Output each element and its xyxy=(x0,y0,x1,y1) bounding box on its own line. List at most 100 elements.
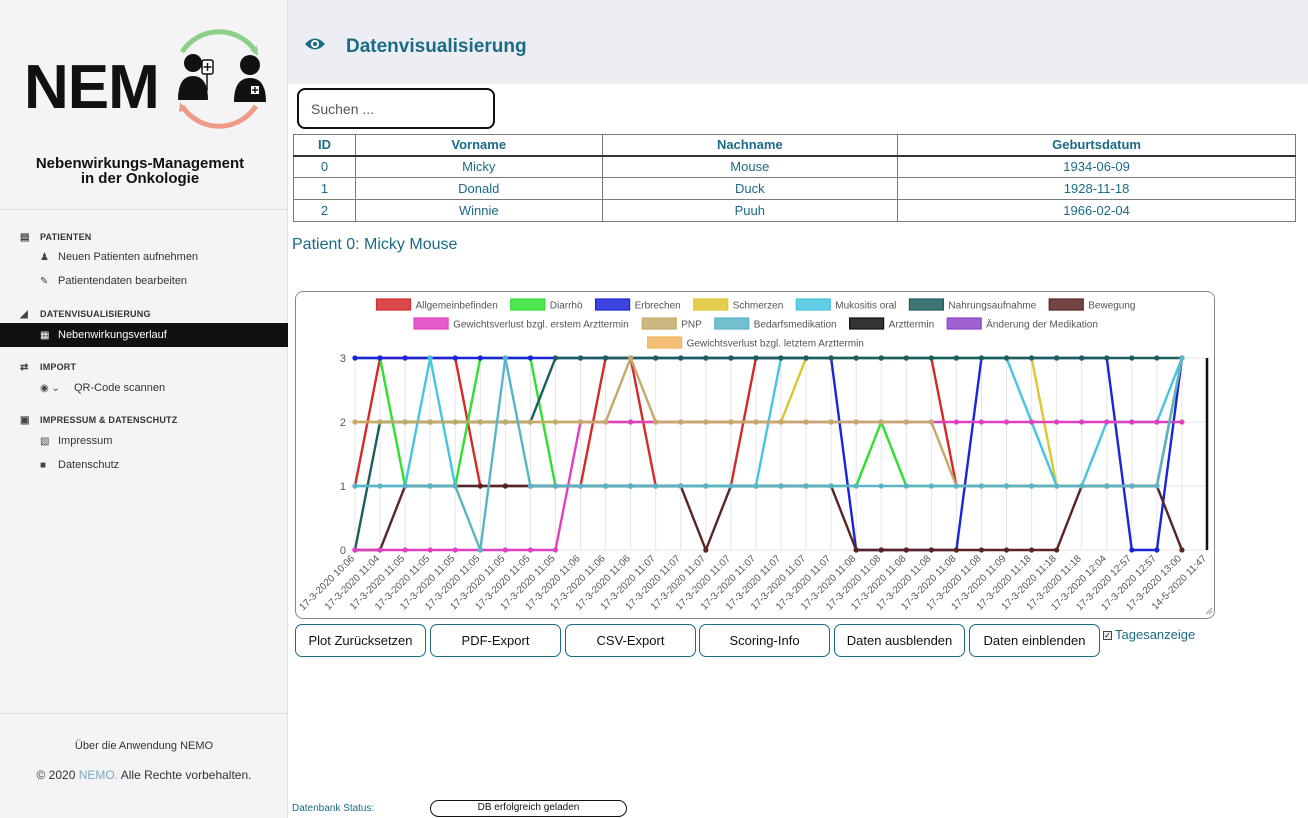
data-point xyxy=(878,419,884,425)
column-header-vorname[interactable]: Vorname xyxy=(354,134,603,156)
data-point xyxy=(728,483,734,489)
data-point xyxy=(1154,355,1160,361)
data-point xyxy=(1003,483,1010,489)
legend-swatch xyxy=(375,298,412,311)
scoring-info-button[interactable]: Scoring-Info xyxy=(699,624,830,657)
data-point xyxy=(753,419,759,425)
data-point xyxy=(1028,355,1035,361)
section-patienten: ▤ PATIENTEN xyxy=(20,232,91,243)
sidebar-item-label: Datenschutz xyxy=(58,459,120,471)
app-subtitle-line1: Nebenwirkungs-Management xyxy=(35,155,245,172)
data-point xyxy=(1129,483,1135,489)
section-impressum-label: IMPRESSUM & DATENSCHUTZ xyxy=(40,415,178,425)
data-point xyxy=(502,355,508,361)
side-effects-chart[interactable]: 0 1 2 3 17-3-2020 10:06 17-3-2020 11:04 17-3-2… xyxy=(295,291,1215,619)
patients-table: ID Vorname Nachname Geburtsdatum 0 Micky… xyxy=(293,134,1296,222)
pencil-icon: ✎ xyxy=(40,276,49,287)
sidebar-item-label: Patientendaten bearbeiten xyxy=(58,275,188,287)
data-point xyxy=(1154,483,1160,489)
data-point xyxy=(452,419,458,425)
hide-data-button[interactable]: Daten ausblenden xyxy=(834,624,965,657)
day-view-toggle[interactable]: ✓ Tagesanzeige xyxy=(1103,627,1195,642)
sidebar-item-new-patient[interactable]: ♟ Neuen Patienten aufnehmen xyxy=(40,248,198,266)
nemo-logo[interactable]: NEM xyxy=(20,18,270,148)
app-subtitle-line2: in der Onkologie xyxy=(80,170,200,187)
data-point xyxy=(853,547,859,553)
sidebar-item-datenschutz[interactable]: ■ Datenschutz xyxy=(40,456,119,474)
page-header: Datenvisualisierung xyxy=(288,0,1308,84)
search-input[interactable] xyxy=(297,88,495,129)
data-point xyxy=(1003,355,1010,361)
column-header-nachname[interactable]: Nachname xyxy=(601,134,899,156)
data-point xyxy=(452,483,458,489)
data-point xyxy=(402,547,408,553)
checkbox-checked-icon[interactable]: ✓ xyxy=(1103,631,1112,640)
data-point xyxy=(953,483,960,489)
legend-label: Gewichtsverlust bzgl. erstem Arzttermin xyxy=(453,320,629,331)
data-point xyxy=(928,355,934,361)
data-point xyxy=(1054,419,1060,425)
data-point xyxy=(928,547,934,553)
sidebar-item-label: Neuen Patienten aufnehmen xyxy=(58,251,199,263)
sidebar-item-nebenwirkungsverlauf[interactable]: ▦ Nebenwirkungsverlauf xyxy=(0,323,288,347)
legend-swatch xyxy=(646,336,683,349)
data-point xyxy=(653,483,659,489)
data-point xyxy=(1179,547,1185,553)
table-cell: 1928-11-18 xyxy=(897,177,1296,200)
table-row[interactable]: 1 Donald Duck 1928-11-18 xyxy=(293,177,1296,200)
column-header-geburtsdatum[interactable]: Geburtsdatum xyxy=(897,134,1296,156)
reset-plot-button[interactable]: Plot Zurücksetzen xyxy=(295,624,426,657)
data-point xyxy=(502,419,508,425)
data-point xyxy=(703,547,709,553)
table-row[interactable]: 2 Winnie Puuh 1966-02-04 xyxy=(293,199,1296,222)
data-point xyxy=(878,483,884,489)
data-point xyxy=(377,483,383,489)
show-data-button[interactable]: Daten einblenden xyxy=(969,624,1100,657)
data-point xyxy=(1054,483,1060,489)
data-point xyxy=(828,483,834,489)
data-point xyxy=(1179,355,1185,361)
data-point xyxy=(427,483,433,489)
data-point xyxy=(477,547,483,553)
about-link[interactable]: Über die Anwendung NEMO xyxy=(0,740,288,752)
sidebar-item-edit-patient[interactable]: ✎ Patientendaten bearbeiten xyxy=(40,272,187,290)
data-point xyxy=(1104,483,1110,489)
table-cell: 1 xyxy=(293,177,356,200)
data-point xyxy=(427,547,433,553)
sidebar-item-qr-scan[interactable]: ◉ ⌄ QR-Code scannen xyxy=(40,379,165,397)
data-point xyxy=(402,483,408,489)
csv-export-button[interactable]: CSV-Export xyxy=(565,624,696,657)
data-point xyxy=(352,547,358,553)
sidebar-divider xyxy=(0,713,288,714)
data-point xyxy=(577,483,584,489)
y-tick-label: 1 xyxy=(340,481,346,493)
data-point xyxy=(477,483,483,489)
data-point xyxy=(452,547,458,553)
data-point xyxy=(778,419,784,425)
data-point xyxy=(1028,547,1035,553)
data-point xyxy=(352,355,358,361)
page-title: Datenvisualisierung xyxy=(346,36,527,57)
data-point xyxy=(1079,419,1085,425)
data-point xyxy=(577,355,584,361)
sidebar-item-impressum[interactable]: ▧ Impressum xyxy=(40,432,112,450)
legend-label: Diarrhö xyxy=(550,301,583,312)
sidebar-item-label: Nebenwirkungsverlauf xyxy=(58,329,167,341)
copyright-brand[interactable]: NEMO. xyxy=(79,768,118,782)
data-point xyxy=(803,483,809,489)
legend-swatch xyxy=(413,317,449,330)
camera-icon: ◉ ⌄ xyxy=(40,383,60,394)
data-point xyxy=(753,483,759,489)
data-point xyxy=(803,419,809,425)
legend-label: Mukositis oral xyxy=(835,301,896,312)
pdf-export-button[interactable]: PDF-Export xyxy=(430,624,561,657)
db-status-label: Datenbank Status: xyxy=(292,803,375,814)
table-row[interactable]: 0 Micky Mouse 1934-06-09 xyxy=(293,155,1296,178)
column-header-id[interactable]: ID xyxy=(293,134,356,156)
data-point xyxy=(377,547,383,553)
data-point xyxy=(1129,547,1135,553)
data-point xyxy=(953,355,960,361)
chart-canvas[interactable]: 012317-3-2020 10:0617-3-2020 11:0417-3-2… xyxy=(296,292,1216,620)
data-point xyxy=(552,483,559,489)
legend-swatch xyxy=(594,298,631,311)
